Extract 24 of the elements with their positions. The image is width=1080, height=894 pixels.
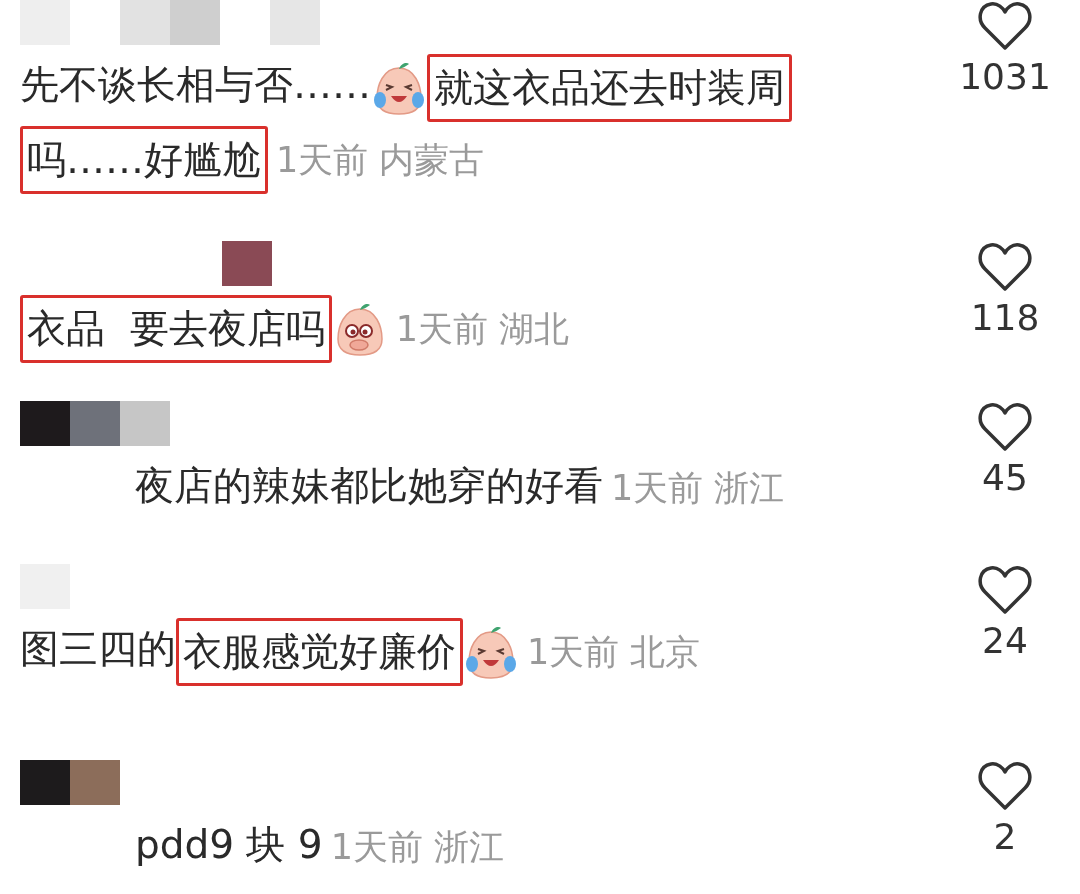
like-count: 1031	[959, 56, 1051, 97]
like-count: 24	[982, 620, 1028, 661]
highlighted-text: 衣品 要去夜店吗	[20, 294, 332, 363]
comment-text: 先不谈长相与否……	[20, 62, 371, 107]
comment-meta: 1天前 湖北	[395, 308, 570, 349]
blurred-username-drawing	[222, 241, 272, 286]
like-heart-icon[interactable]	[977, 241, 1033, 293]
comment-text: pdd9 块 9	[135, 821, 323, 867]
highlighted-text: 衣服感觉好廉价	[176, 617, 463, 686]
like-heart-icon[interactable]	[977, 759, 1033, 812]
comment-meta: 1天前 内蒙古	[276, 140, 485, 180]
comment-text: 图三四的	[20, 626, 176, 671]
highlighted-text: 就这衣品还去时装周	[427, 53, 792, 122]
like-heart-icon[interactable]	[977, 564, 1033, 616]
highlighted-text: 吗……好尴尬	[20, 126, 268, 194]
like-heart-icon[interactable]	[977, 0, 1033, 52]
like-count: 118	[970, 297, 1040, 338]
comment-meta: 1天前 浙江	[330, 827, 505, 867]
like-count: 45	[982, 456, 1028, 498]
comment-meta: 1天前 浙江	[611, 468, 785, 508]
comment-text: 夜店的辣妹都比她穿的好看	[135, 462, 603, 508]
like-count: 2	[993, 815, 1017, 857]
like-heart-icon[interactable]	[977, 400, 1033, 453]
comment-meta: 1天前 北京	[527, 631, 701, 672]
